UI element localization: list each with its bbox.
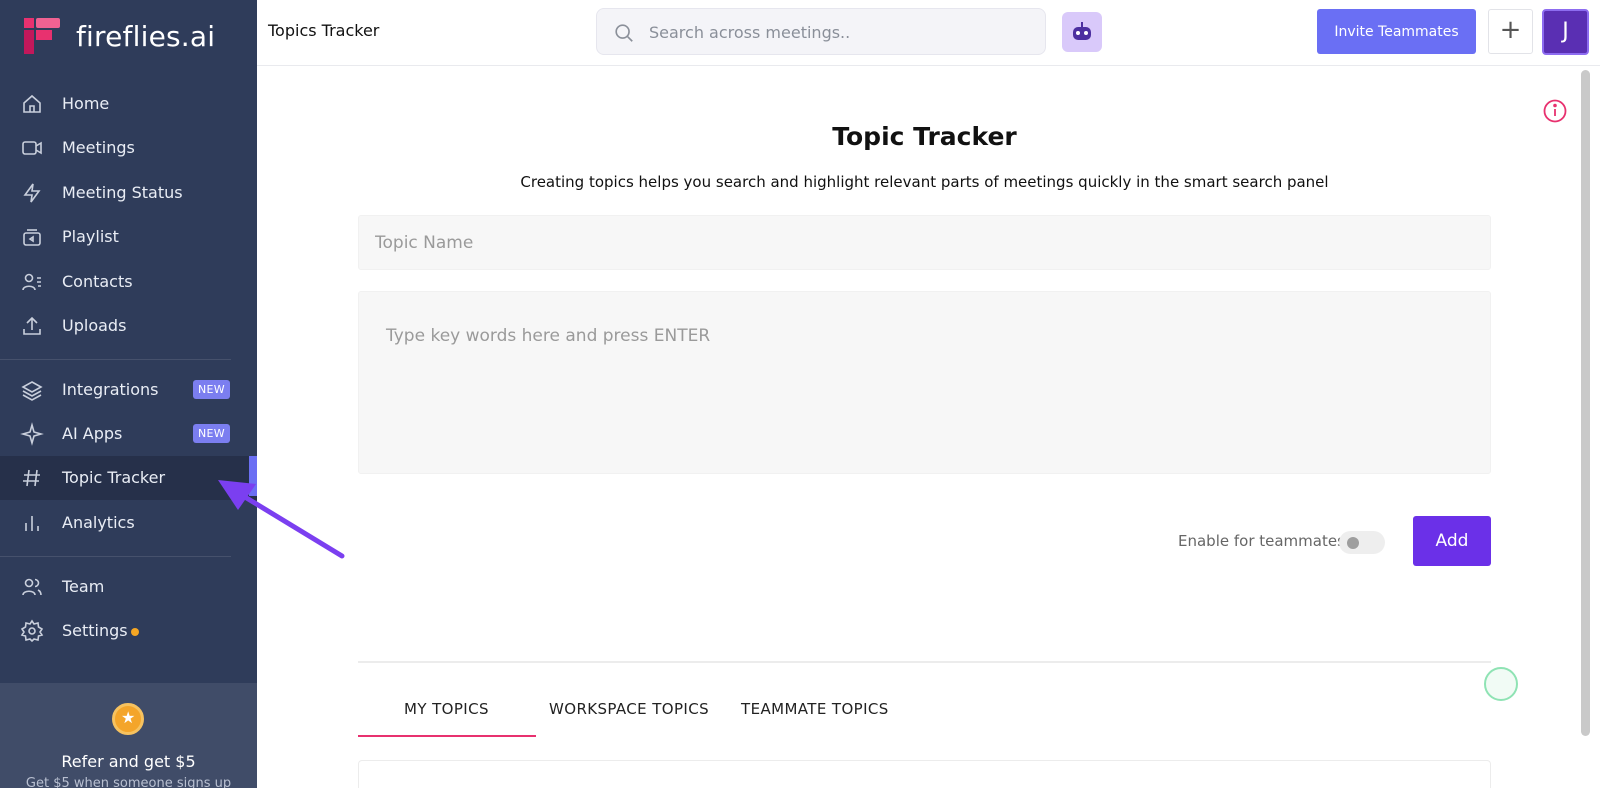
playlist-icon [23,229,41,246]
invite-teammates-button[interactable]: Invite Teammates [1317,9,1476,54]
sidebar-item-label: Settings [62,621,128,640]
page-title: Topics Tracker [268,21,380,40]
search-bar[interactable] [596,8,1046,55]
sidebar-item-label: Contacts [62,272,133,291]
new-badge: NEW [193,380,230,399]
sidebar-item-meetings[interactable]: Meetings [0,126,257,170]
robot-icon [1073,22,1091,40]
bar-chart-icon [25,516,39,531]
scrollbar[interactable] [1581,70,1590,736]
plus-button[interactable]: + [1488,9,1533,54]
info-icon[interactable] [1542,98,1568,124]
hash-icon [23,469,40,487]
top-header: Topics Tracker Invite Teammates + J [257,0,1600,66]
toggle-knob [1347,537,1359,549]
active-tab-underline [358,735,536,737]
refer-subtitle: Get $5 when someone signs up [25,776,232,788]
refer-title: Refer and get $5 [61,752,196,771]
main-subtitle: Creating topics helps you search and hig… [520,173,1329,191]
sidebar-item-home[interactable]: Home [0,82,257,126]
coin-icon: ★ [112,703,144,735]
search-icon [615,24,633,42]
loading-indicator [1484,667,1518,701]
tab-my-topics[interactable]: MY TOPICS [404,700,489,718]
sidebar-item-label: Topic Tracker [62,468,166,487]
logo[interactable]: fireflies.ai [22,16,215,56]
enable-teammates-label: Enable for teammates [1178,532,1345,550]
sidebar-item-label: Home [62,94,110,113]
topic-name-input[interactable] [358,215,1491,270]
section-divider [358,661,1491,663]
sidebar-item-label: Integrations [62,380,159,399]
add-button[interactable]: Add [1413,516,1491,566]
home-icon [23,94,41,113]
sidebar: fireflies.ai Home Meetings Meeting Statu… [0,0,257,788]
sidebar-item-label: Team [62,577,105,596]
sidebar-item-meeting-status[interactable]: Meeting Status [0,171,257,215]
tab-teammate-topics[interactable]: TEAMMATE TOPICS [741,700,889,718]
sidebar-item-integrations[interactable]: Integrations NEW [0,368,257,412]
sidebar-item-label: Uploads [62,316,127,335]
upload-icon [23,316,41,335]
refer-panel[interactable]: ★ Refer and get $5 Get $5 when someone s… [0,683,257,788]
contacts-icon [22,273,41,291]
sidebar-item-uploads[interactable]: Uploads [0,304,257,348]
pointer-arrow [218,480,345,559]
sidebar-item-label: AI Apps [62,424,123,443]
logo-text: fireflies.ai [76,19,216,53]
avatar[interactable]: J [1542,9,1589,55]
topics-list [358,760,1491,788]
sidebar-item-settings[interactable]: Settings [0,609,257,653]
main-title: Topic Tracker [832,122,1017,151]
lightning-icon [23,183,41,203]
fireflies-logo-icon [24,18,60,54]
gear-icon [20,619,44,643]
assistant-bot-button[interactable] [1062,12,1102,52]
sidebar-divider [0,556,231,557]
search-input[interactable] [649,21,1029,43]
sidebar-item-ai-apps[interactable]: AI Apps NEW [0,412,257,456]
sidebar-item-label: Meetings [62,138,135,157]
sidebar-item-label: Playlist [62,227,119,246]
sidebar-item-contacts[interactable]: Contacts [0,260,257,304]
new-badge: NEW [193,424,230,443]
sidebar-item-label: Meeting Status [62,183,183,202]
enable-teammates-toggle[interactable] [1339,531,1385,554]
sparkle-icon [20,422,44,446]
sidebar-item-team[interactable]: Team [0,565,257,609]
video-icon [22,141,42,155]
keywords-input[interactable] [358,291,1491,474]
sidebar-item-label: Analytics [62,513,135,532]
sidebar-item-playlist[interactable]: Playlist [0,215,257,259]
notification-dot [131,628,139,636]
layers-icon [21,381,43,401]
tab-workspace-topics[interactable]: WORKSPACE TOPICS [549,700,709,718]
sidebar-divider [0,359,231,360]
team-icon [22,578,42,596]
